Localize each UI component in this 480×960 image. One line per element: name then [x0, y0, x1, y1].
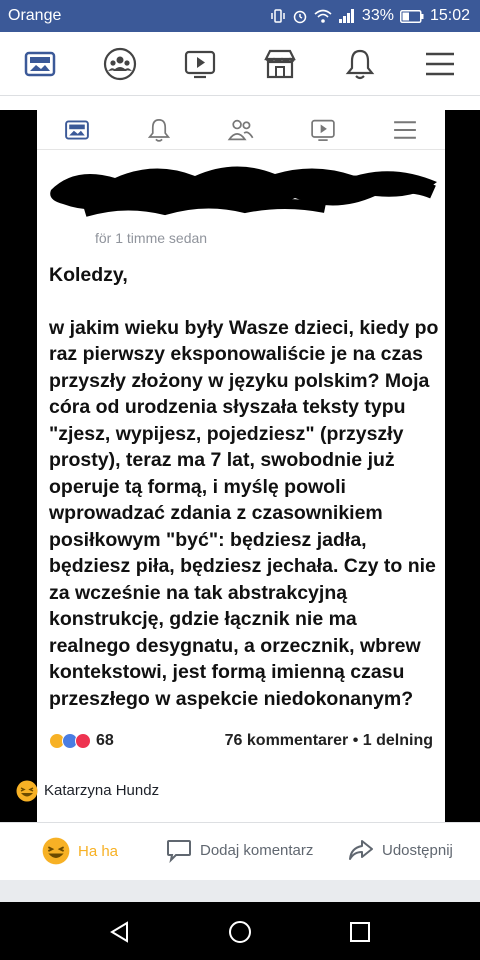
alarm-icon — [293, 10, 307, 24]
haha-icon — [16, 780, 38, 802]
news-feed-icon — [65, 120, 89, 140]
groups-tab[interactable] — [102, 46, 138, 82]
embedded-friends-tab — [227, 116, 255, 144]
embedded-menu-tab — [391, 116, 419, 144]
post-message: w jakim wieku były Wasze dzieci, kiedy p… — [49, 316, 439, 710]
marketplace-icon — [264, 49, 296, 79]
status-bar: Orange 33% 15:02 — [0, 0, 480, 32]
embedded-notifications-tab — [145, 116, 173, 144]
wifi-icon — [314, 9, 332, 23]
comment-button[interactable]: Dodaj komentarz — [166, 837, 313, 863]
menu-tab[interactable] — [422, 46, 458, 82]
back-icon[interactable] — [108, 920, 132, 944]
home-icon[interactable] — [228, 920, 252, 944]
clock: 15:02 — [429, 7, 470, 24]
news-feed-tab[interactable] — [22, 46, 58, 82]
reactor-row[interactable]: Katarzyna Hundz — [0, 768, 480, 814]
post-greeting: Koledzy, — [49, 264, 128, 286]
post-action-bar: Ha ha Dodaj komentarz Udostępnij — [0, 822, 480, 880]
notifications-icon — [147, 119, 171, 142]
battery-percent: 33% — [361, 7, 394, 24]
reaction-count: 68 — [96, 732, 114, 749]
top-nav — [0, 32, 480, 96]
embedded-news-feed-tab — [63, 116, 91, 144]
love-reaction-icon — [75, 733, 91, 749]
haha-icon — [42, 837, 70, 865]
shared-screenshot-image[interactable]: för 1 timme sedan Koledzy, w jakim wieku… — [0, 110, 480, 850]
battery-icon — [399, 9, 424, 23]
comment-button-label: Dodaj komentarz — [200, 841, 314, 859]
post-card: för 1 timme sedan Koledzy, w jakim wieku… — [0, 96, 480, 881]
share-button[interactable]: Udostępnij — [348, 837, 453, 863]
comment-icon — [167, 840, 191, 863]
menu-icon — [394, 121, 416, 139]
notifications-icon — [345, 49, 375, 80]
watch-icon — [184, 50, 216, 79]
status-icons: 33% 15:02 — [270, 7, 470, 25]
vibrate-icon — [271, 9, 285, 23]
menu-icon — [426, 52, 454, 76]
news-feed-icon — [24, 51, 56, 77]
carrier-label: Orange — [8, 7, 62, 24]
reactor-name: Katarzyna Hundz — [44, 782, 160, 799]
friends-icon — [227, 119, 254, 141]
share-icon — [349, 840, 373, 860]
recents-icon[interactable] — [348, 920, 372, 944]
feed-separator — [0, 880, 480, 902]
watch-icon — [311, 119, 335, 141]
embedded-screenshot: för 1 timme sedan Koledzy, w jakim wieku… — [37, 110, 445, 850]
marketplace-tab[interactable] — [262, 46, 298, 82]
embedded-watch-tab — [309, 116, 337, 144]
post-text: Koledzy, w jakim wieku były Wasze dzieci… — [49, 262, 439, 738]
signal-icon — [338, 9, 354, 23]
embedded-nav — [37, 110, 445, 150]
post-timestamp: för 1 timme sedan — [95, 230, 208, 246]
haha-button[interactable]: Ha ha — [42, 837, 118, 865]
comments-shares-meta: 76 kommentarer • 1 delning — [224, 732, 433, 749]
android-navigation-bar — [0, 902, 480, 960]
redaction-scribble — [50, 166, 437, 217]
share-button-label: Udostępnij — [382, 841, 453, 859]
haha-button-label: Ha ha — [78, 842, 119, 860]
watch-tab[interactable] — [182, 46, 218, 82]
notifications-tab[interactable] — [342, 46, 378, 82]
groups-icon — [103, 47, 137, 81]
reaction-summary: 68 — [49, 732, 114, 750]
